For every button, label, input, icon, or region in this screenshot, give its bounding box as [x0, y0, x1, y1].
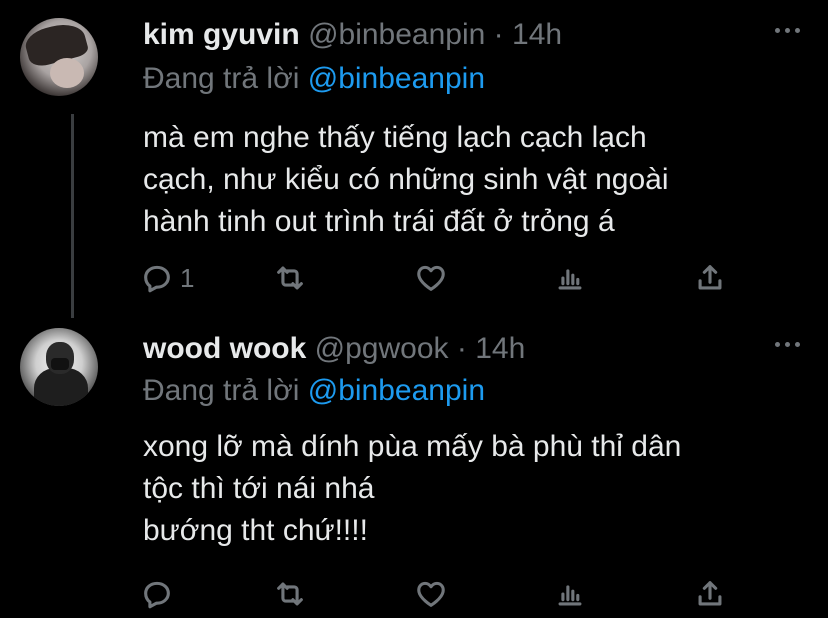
timestamp[interactable]: 14h [512, 18, 562, 51]
more-icon[interactable] [775, 26, 801, 36]
replying-to: Đang trả lời @binbeanpin [143, 62, 485, 96]
user-handle[interactable]: @pgwook [315, 332, 449, 365]
separator-dot: · [493, 18, 504, 51]
avatar[interactable] [20, 328, 98, 406]
user-handle[interactable]: @binbeanpin [308, 18, 485, 51]
display-name[interactable]: wood wook [143, 332, 306, 365]
analytics-button[interactable] [553, 258, 587, 298]
avatar-face [50, 58, 84, 88]
analytics-icon [558, 269, 582, 290]
analytics-button[interactable] [553, 574, 587, 614]
replying-prefix: Đang trả lời [143, 62, 300, 95]
reply-button[interactable]: 1 [140, 258, 194, 298]
reply-count: 1 [180, 262, 195, 293]
reply-icon [144, 265, 170, 293]
display-name[interactable]: kim gyuvin [143, 18, 300, 51]
tweet[interactable]: wood wook @pgwook · 14h Đang trả lời @bi… [0, 318, 828, 618]
thread-line [71, 114, 74, 318]
replying-prefix: Đang trả lời [143, 374, 300, 407]
tweet-header: wood wook @pgwook · 14h [143, 332, 525, 366]
like-button[interactable] [414, 574, 454, 614]
analytics-icon [558, 585, 582, 606]
retweet-button[interactable] [273, 574, 313, 614]
action-bar [140, 574, 740, 614]
tweet-text: xong lỡ mà dính pùa mấy bà phù thỉ dân t… [143, 430, 682, 547]
reply-button[interactable] [140, 574, 180, 614]
avatar[interactable] [20, 18, 98, 96]
separator-dot: · [456, 332, 467, 365]
replying-to: Đang trả lời @binbeanpin [143, 374, 485, 408]
retweet-icon [277, 266, 303, 290]
reply-icon [144, 581, 170, 609]
share-button[interactable] [693, 574, 727, 614]
avatar-mask [51, 358, 69, 370]
timestamp[interactable]: 14h [475, 332, 525, 365]
tweet-header: kim gyuvin @binbeanpin · 14h [143, 18, 562, 52]
share-button[interactable] [693, 258, 727, 298]
heart-icon [417, 581, 445, 607]
share-icon [698, 265, 722, 290]
more-icon[interactable] [775, 340, 801, 350]
action-bar: 1 [140, 258, 740, 298]
share-icon [698, 581, 722, 606]
mention-link[interactable]: @binbeanpin [308, 374, 485, 407]
retweet-icon [277, 582, 303, 606]
like-button[interactable] [414, 258, 454, 298]
heart-icon [417, 265, 445, 291]
retweet-button[interactable] [273, 258, 313, 298]
mention-link[interactable]: @binbeanpin [308, 62, 485, 95]
tweet-text: mà em nghe thấy tiếng lạch cạch lạch cạc… [143, 121, 669, 238]
tweet[interactable]: kim gyuvin @binbeanpin · 14h Đang trả lờ… [0, 0, 828, 318]
